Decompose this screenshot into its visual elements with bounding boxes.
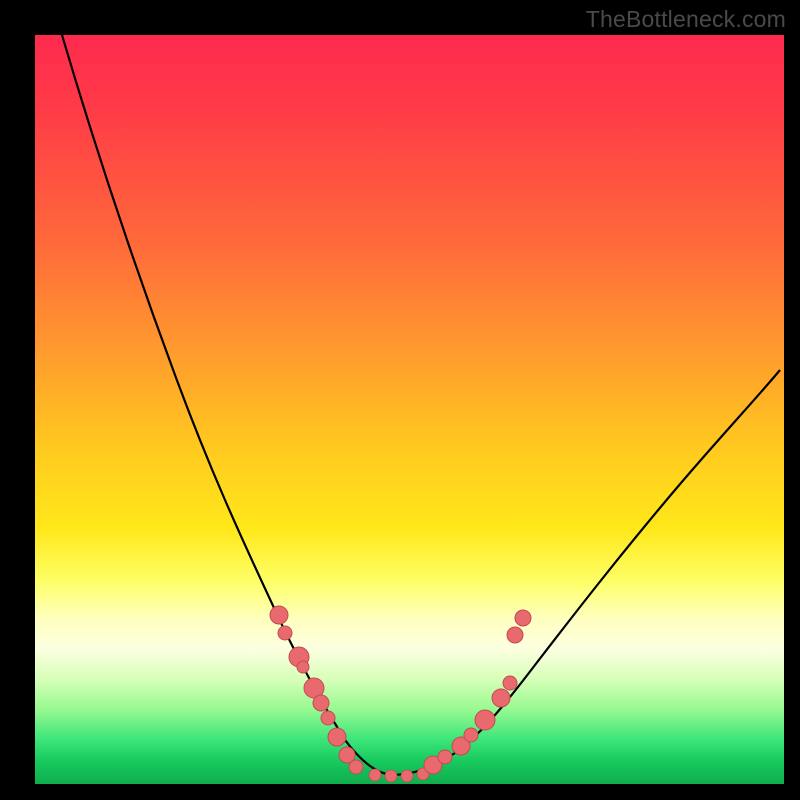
plot-area xyxy=(35,35,784,784)
right-curve xyxy=(391,370,780,775)
dot xyxy=(278,626,292,640)
watermark-text: TheBottleneck.com xyxy=(586,6,786,33)
chart-svg xyxy=(35,35,784,784)
dot xyxy=(328,728,346,746)
outer-frame: TheBottleneck.com xyxy=(0,0,800,800)
dot xyxy=(313,695,329,711)
dot xyxy=(438,750,452,764)
dot xyxy=(369,769,381,781)
dot xyxy=(385,770,397,782)
dot xyxy=(321,711,335,725)
dot xyxy=(475,710,495,730)
dot xyxy=(297,661,309,673)
dot xyxy=(507,627,523,643)
left-curve xyxy=(62,35,391,775)
dot xyxy=(464,728,478,742)
dot xyxy=(503,676,517,690)
dot xyxy=(270,606,288,624)
dot xyxy=(492,689,510,707)
dot xyxy=(515,610,531,626)
dot xyxy=(401,770,413,782)
dots-left-group xyxy=(270,606,363,774)
dot xyxy=(349,760,363,774)
